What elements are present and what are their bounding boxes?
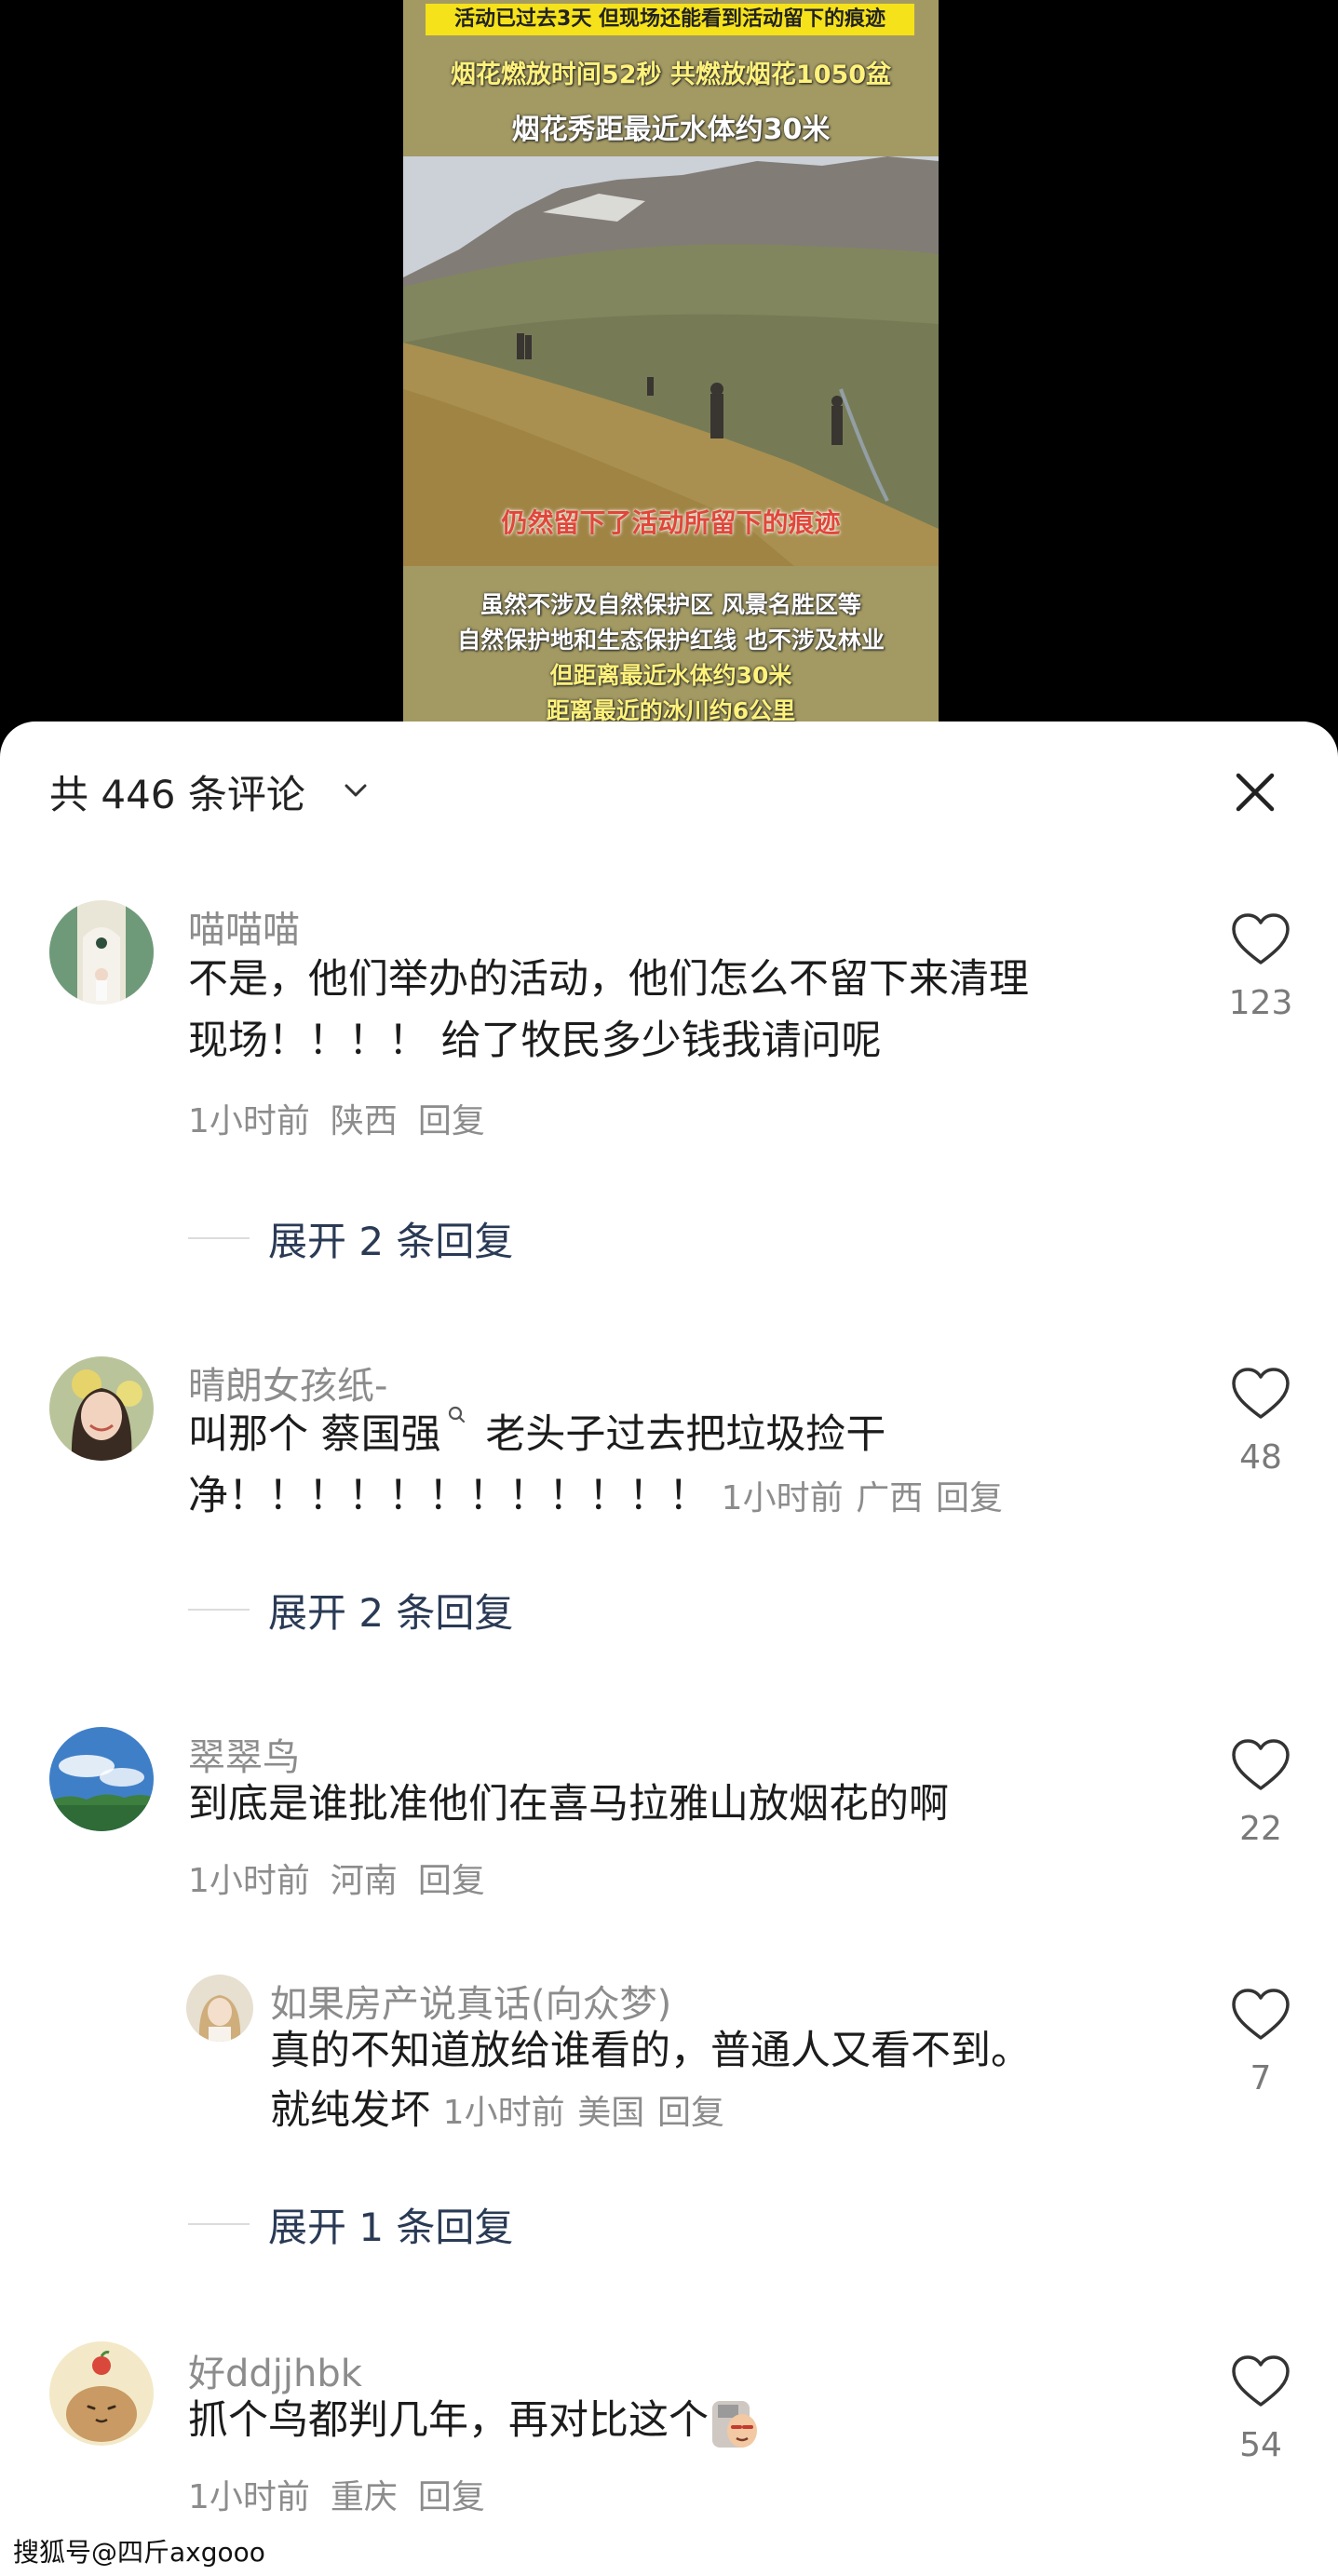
- sticker-emoji-icon: [712, 2400, 757, 2448]
- comment-time: 1小时前: [188, 2478, 310, 2516]
- comment-text: 真的不知道放给谁看的，普通人又看不到。: [270, 2028, 1031, 2074]
- comment-text: 抓个鸟都判几年，再对比这个: [188, 2397, 709, 2444]
- comment-text: 不是，他们举办的活动，他们怎么不留下来清理: [188, 956, 1029, 1003]
- comment-text: 叫那个 蔡国强 老头子过去把垃圾捡干: [188, 1404, 885, 1465]
- video-caption-bottom: 虽然不涉及自然保护区 风景名胜区等 自然保护地和生态保护红线 也不涉及林业 但距…: [403, 566, 939, 735]
- comment-time: 1小时前: [188, 1862, 310, 1900]
- video-caption-top: 活动已过去3天 但现场还能看到活动留下的痕迹 烟花燃放时间52秒 共燃放烟花10…: [403, 0, 939, 156]
- avatar[interactable]: [49, 1356, 154, 1461]
- caption-line: 烟花秀距最近水体约30米: [511, 114, 831, 146]
- chevron-down-icon[interactable]: [340, 775, 372, 806]
- comment-text-part: 老头子过去把垃圾捡干: [472, 1411, 886, 1458]
- caption-line: 但距离最近水体约30米: [549, 662, 792, 689]
- heart-icon[interactable]: [1230, 2354, 1291, 2410]
- like-count: 22: [1239, 1810, 1282, 1848]
- avatar[interactable]: [49, 900, 154, 1005]
- comment-location: 重庆: [330, 2478, 398, 2516]
- heart-icon[interactable]: [1230, 1988, 1291, 2043]
- divider: [188, 2223, 250, 2225]
- like-count: 48: [1239, 1438, 1282, 1477]
- comment-location: 河南: [330, 1862, 398, 1900]
- heart-icon[interactable]: [1230, 1367, 1291, 1423]
- video-overlay-text: 仍然留下了活动所留下的痕迹: [501, 507, 841, 538]
- like-count: 54: [1239, 2426, 1282, 2464]
- reply-button[interactable]: 回复: [936, 1479, 1003, 1517]
- divider: [188, 1237, 250, 1239]
- comment-meta: 1小时前 重庆 回复: [188, 2470, 506, 2518]
- comment-text: 到底是谁批准他们在喜马拉雅山放烟花的啊: [188, 1781, 949, 1827]
- comment-text-with-meta: 就纯发坏 1小时前 美国 回复: [270, 2080, 724, 2144]
- reply-button[interactable]: 回复: [418, 1862, 485, 1900]
- expand-replies-button[interactable]: 展开 2 条回复: [268, 1582, 513, 1639]
- comment-username[interactable]: 喵喵喵: [188, 899, 300, 953]
- expand-replies-button[interactable]: 展开 2 条回复: [268, 1210, 513, 1267]
- comment-time: 1小时前: [188, 1102, 310, 1140]
- heart-icon[interactable]: [1230, 1738, 1291, 1794]
- comment-text: 净！！！！！！！！！！！！: [188, 1473, 722, 1519]
- video-player[interactable]: 活动已过去3天 但现场还能看到活动留下的痕迹 烟花燃放时间52秒 共燃放烟花10…: [403, 0, 939, 735]
- comment-text: 现场！！！！ 给了牧民多少钱我请问呢: [188, 1018, 882, 1064]
- close-icon[interactable]: [1229, 766, 1281, 818]
- comment-location: 美国: [577, 2094, 645, 2132]
- comment-location: 广西: [856, 1479, 924, 1517]
- search-icon[interactable]: [445, 1404, 469, 1436]
- comment-text: 抓个鸟都判几年，再对比这个: [188, 2390, 761, 2451]
- comment-text-with-meta: 净！！！！！！！！！！！！ 1小时前 广西 回复: [188, 1465, 1003, 1530]
- divider: [188, 1609, 250, 1611]
- expand-replies-button[interactable]: 展开 1 条回复: [268, 2196, 513, 2253]
- comment-text: 就纯发坏: [270, 2087, 443, 2134]
- comment-username[interactable]: 晴朗女孩纸-: [188, 1355, 387, 1409]
- comments-sheet: 共 446 条评论 喵喵喵 不是，他们举办的活动，他们怎么不留下来清理 现场！！…: [0, 722, 1338, 2576]
- reply-button[interactable]: 回复: [657, 2094, 724, 2132]
- caption-tag: 活动已过去3天 但现场还能看到活动留下的痕迹: [426, 4, 914, 35]
- avatar[interactable]: [49, 1727, 154, 1831]
- caption-line: 自然保护地和生态保护红线 也不涉及林业: [457, 627, 885, 654]
- watermark-text: 搜狐号@四斤axgooo: [13, 2537, 265, 2568]
- comment-time: 1小时前: [721, 1479, 844, 1517]
- like-count: 7: [1250, 2059, 1272, 2097]
- comment-meta: 1小时前 河南 回复: [188, 1854, 506, 1902]
- comment-time: 1小时前: [442, 2094, 565, 2132]
- comment-meta: 1小时前 陕西 回复: [188, 1094, 506, 1142]
- avatar[interactable]: [49, 2341, 154, 2446]
- like-count: 123: [1228, 984, 1293, 1022]
- comments-count-title[interactable]: 共 446 条评论: [49, 763, 305, 820]
- avatar[interactable]: [186, 1975, 253, 2042]
- comment-location: 陕西: [330, 1102, 398, 1140]
- caption-line: 虽然不涉及自然保护区 风景名胜区等: [480, 591, 861, 618]
- caption-line: 烟花燃放时间52秒 共燃放烟花1050盆: [450, 61, 892, 89]
- reply-button[interactable]: 回复: [418, 1102, 485, 1140]
- reply-button[interactable]: 回复: [418, 2478, 485, 2516]
- comment-text-part: 叫那个 蔡国强: [188, 1411, 441, 1458]
- heart-icon[interactable]: [1230, 912, 1291, 968]
